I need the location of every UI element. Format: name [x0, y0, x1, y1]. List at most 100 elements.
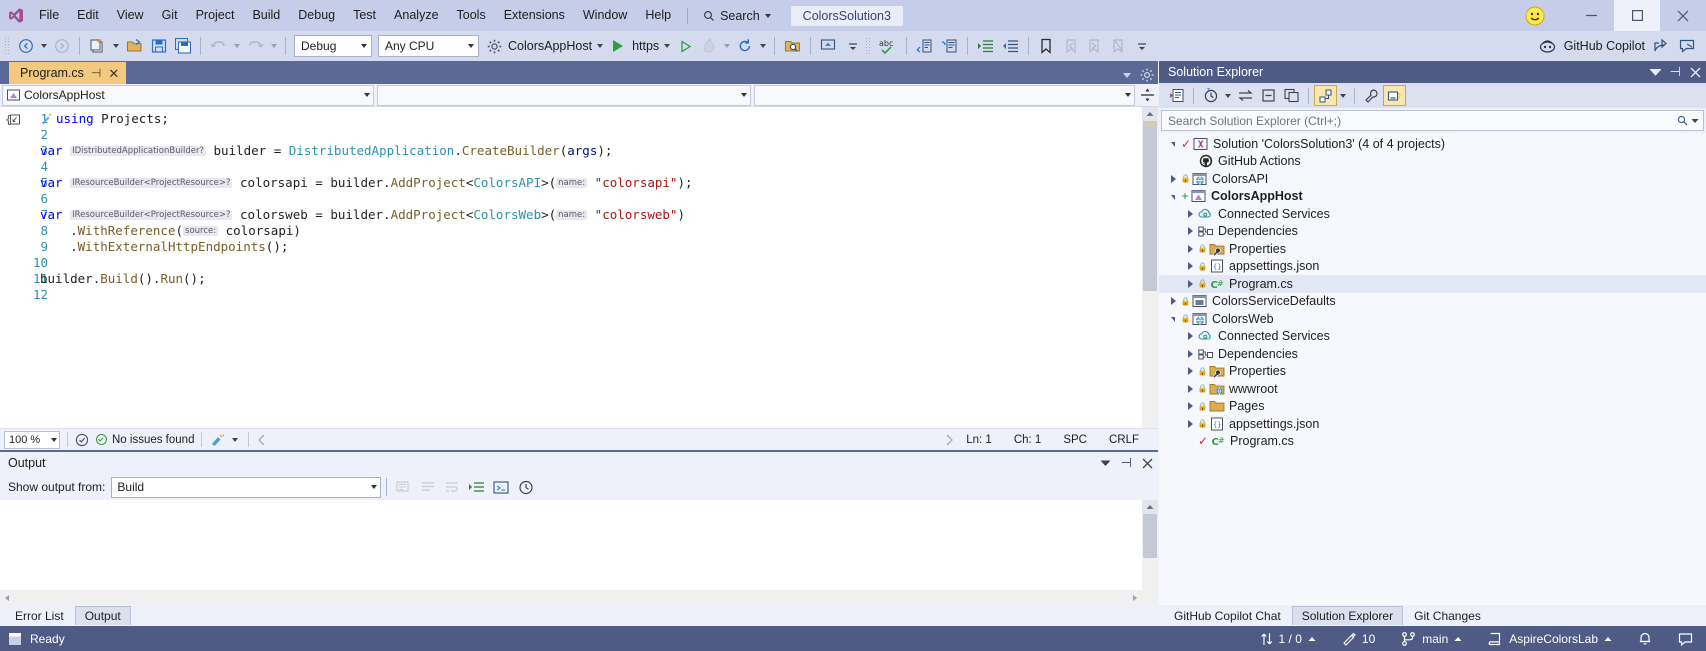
- navbar-project-combo[interactable]: ColorsAppHost: [2, 85, 374, 106]
- startup-project-dropdown-icon[interactable]: [597, 44, 603, 48]
- uncomment-selection-button[interactable]: [937, 34, 962, 58]
- expand-chevron-icon[interactable]: [1184, 350, 1197, 358]
- editor-glyph-margin[interactable]: {: [0, 107, 26, 428]
- toggle-word-wrap-button[interactable]: [440, 475, 464, 499]
- restart-dropdown-icon[interactable]: [760, 44, 766, 48]
- menu-analyze[interactable]: Analyze: [385, 4, 447, 27]
- open-file-button[interactable]: [122, 34, 147, 58]
- tree-item-properties[interactable]: 🔒Properties: [1159, 363, 1706, 381]
- navigate-forward-button[interactable]: [50, 34, 74, 58]
- redo-dropdown-icon[interactable]: [271, 44, 277, 48]
- view-code-button[interactable]: [1280, 85, 1303, 106]
- startup-project-icon-button[interactable]: [482, 34, 506, 58]
- expand-chevron-icon[interactable]: [1184, 385, 1197, 393]
- zoom-level-combo[interactable]: 100 %: [4, 431, 60, 449]
- hot-reload-dropdown-icon[interactable]: [724, 44, 730, 48]
- panel-dropdown-icon[interactable]: [1100, 459, 1111, 467]
- close-icon[interactable]: [1690, 67, 1701, 78]
- pin-icon[interactable]: ⊣: [1670, 64, 1681, 80]
- editor-vertical-scrollbar[interactable]: [1142, 107, 1158, 428]
- expand-chevron-icon[interactable]: [1184, 262, 1197, 270]
- solution-explorer-tree[interactable]: ✓Solution 'ColorsSolution3' (4 of 4 proj…: [1159, 133, 1706, 605]
- maximize-button[interactable]: [1614, 0, 1660, 31]
- collapse-chevron-icon[interactable]: [1167, 194, 1180, 199]
- code-cleanup-dropdown-icon[interactable]: [232, 438, 238, 442]
- solution-platform-combo[interactable]: Any CPU: [378, 35, 479, 57]
- menu-help[interactable]: Help: [636, 4, 680, 27]
- minimize-button[interactable]: [1568, 0, 1614, 31]
- new-project-button[interactable]: [85, 34, 110, 58]
- pending-edits-cell[interactable]: 10: [1329, 626, 1388, 651]
- menu-edit[interactable]: Edit: [68, 4, 108, 27]
- find-in-files-button[interactable]: [780, 34, 805, 58]
- tree-item-appsettings-json[interactable]: 🔒{}appsettings.json: [1159, 415, 1706, 433]
- code-editor[interactable]: { 123456789101112 using Projects;var IDi…: [0, 107, 1158, 428]
- previous-bookmark-button[interactable]: [1058, 34, 1082, 58]
- send-feedback-button[interactable]: [1675, 34, 1700, 58]
- smiley-face-badge-icon[interactable]: [1522, 3, 1548, 29]
- select-element-button[interactable]: [816, 34, 841, 58]
- pending-changes-dropdown-icon[interactable]: [1225, 94, 1231, 98]
- solution-name-chip[interactable]: ColorsSolution3: [791, 6, 903, 26]
- code-analysis-icon[interactable]: [75, 433, 89, 447]
- expand-chevron-icon[interactable]: [1184, 280, 1197, 288]
- quick-actions-icon[interactable]: [40, 111, 56, 126]
- decrease-indent-button[interactable]: [998, 34, 1023, 58]
- code-line[interactable]: var IResourceBuilder<ProjectResource>? c…: [40, 175, 1142, 191]
- output-vertical-scrollbar[interactable]: [1142, 500, 1158, 590]
- new-project-dropdown-icon[interactable]: [113, 44, 119, 48]
- gear-icon[interactable]: [1140, 68, 1154, 82]
- github-copilot-label[interactable]: GitHub Copilot: [1562, 39, 1647, 53]
- tree-item-colorsapi[interactable]: 🔒ColorsAPI: [1159, 170, 1706, 188]
- hot-reload-button[interactable]: [697, 34, 721, 58]
- share-button[interactable]: [1649, 34, 1673, 58]
- expand-chevron-icon[interactable]: [1184, 367, 1197, 375]
- go-to-message-button[interactable]: [464, 475, 489, 499]
- redo-button[interactable]: [243, 34, 268, 58]
- tree-item-program-cs[interactable]: 🔒C#Program.cs: [1159, 275, 1706, 293]
- sync-with-active-document-button[interactable]: [1234, 85, 1257, 106]
- tree-item-wwwroot[interactable]: 🔒wwwroot: [1159, 380, 1706, 398]
- pin-icon[interactable]: ⊣: [91, 66, 101, 80]
- comment-selection-button[interactable]: [912, 34, 937, 58]
- split-window-button[interactable]: [1136, 87, 1158, 103]
- increase-indent-button[interactable]: [973, 34, 998, 58]
- navigate-back-dropdown-icon[interactable]: [41, 44, 47, 48]
- save-all-button[interactable]: [171, 34, 195, 58]
- solution-explorer-search-input[interactable]: Search Solution Explorer (Ctrl+;): [1161, 110, 1704, 131]
- tree-item-appsettings-json[interactable]: 🔒{}appsettings.json: [1159, 258, 1706, 276]
- expand-chevron-icon[interactable]: [1184, 420, 1197, 428]
- code-line[interactable]: .WithExternalHttpEndpoints();: [40, 239, 1142, 255]
- save-button[interactable]: [147, 34, 171, 58]
- tree-item-colorsapphost[interactable]: +ColorsAppHost: [1159, 188, 1706, 206]
- show-output-button[interactable]: [489, 475, 514, 499]
- show-all-files-dropdown-icon[interactable]: [1340, 94, 1346, 98]
- undo-button[interactable]: [206, 34, 231, 58]
- code-line[interactable]: [40, 255, 1142, 271]
- code-cleanup-icon[interactable]: [209, 433, 227, 447]
- code-line[interactable]: [40, 159, 1142, 175]
- toolbar-grip[interactable]: [865, 37, 872, 55]
- tree-item-dependencies[interactable]: Dependencies: [1159, 223, 1706, 241]
- properties-button[interactable]: [1360, 85, 1383, 106]
- undo-dropdown-icon[interactable]: [234, 44, 240, 48]
- menu-git[interactable]: Git: [153, 4, 187, 27]
- expand-chevron-icon[interactable]: [1184, 402, 1197, 410]
- next-change-icon[interactable]: [943, 434, 955, 446]
- output-horizontal-scrollbar[interactable]: [0, 590, 1158, 605]
- tree-item-connected-services[interactable]: Connected Services: [1159, 328, 1706, 346]
- close-button[interactable]: [1660, 0, 1706, 31]
- line-ending-indicator[interactable]: CRLF: [1098, 434, 1150, 446]
- chevron-down-icon[interactable]: [1691, 118, 1699, 124]
- menu-debug[interactable]: Debug: [289, 4, 344, 27]
- menu-view[interactable]: View: [108, 4, 153, 27]
- repository-cell[interactable]: AspireColorsLab: [1475, 626, 1625, 651]
- collapse-chevron-icon[interactable]: [1167, 141, 1180, 146]
- panel-dropdown-icon[interactable]: [1650, 68, 1661, 76]
- expand-chevron-icon[interactable]: [1184, 210, 1197, 218]
- launch-profile-label[interactable]: https: [630, 39, 661, 53]
- menu-file[interactable]: File: [30, 4, 68, 27]
- scrollbar-thumb[interactable]: [1143, 121, 1157, 291]
- startup-project-label[interactable]: ColorsAppHost: [506, 39, 594, 53]
- menu-build[interactable]: Build: [243, 4, 289, 27]
